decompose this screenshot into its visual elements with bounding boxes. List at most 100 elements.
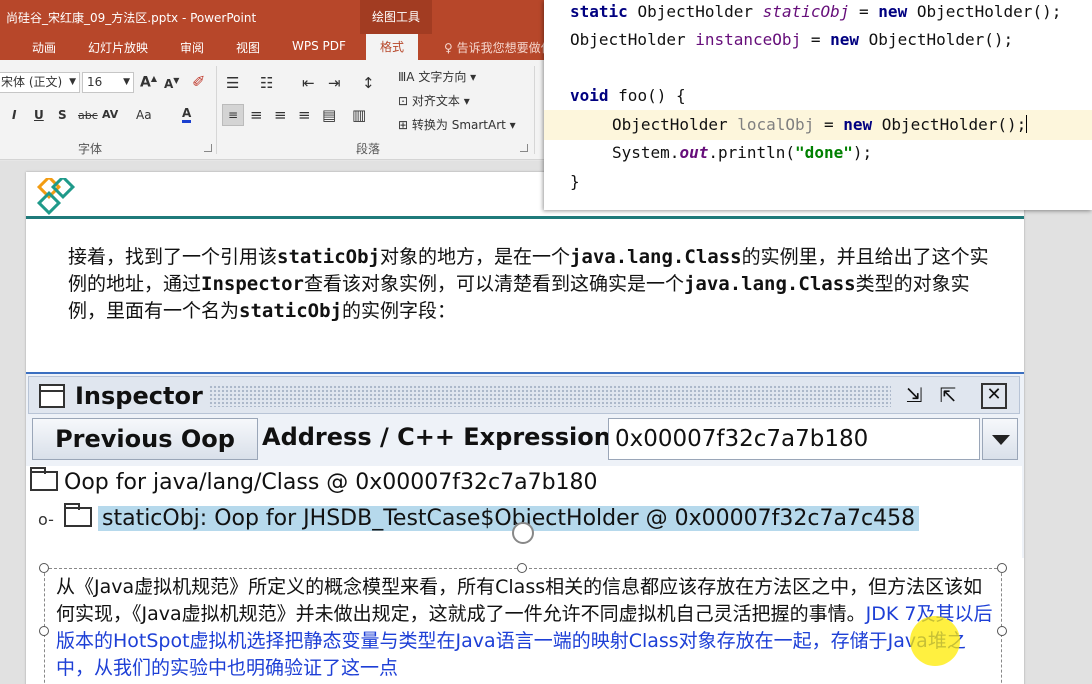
- font-name-select[interactable]: 宋体 (正文) ▼: [0, 72, 80, 93]
- smartart-button[interactable]: ⊞ 转换为 SmartArt ▾: [398, 116, 516, 133]
- clear-format-icon[interactable]: ✐: [192, 72, 205, 91]
- inspector-title: Inspector: [75, 382, 203, 410]
- code-line: static ObjectHolder staticObj = new Obje…: [570, 2, 1061, 21]
- tab-view[interactable]: 视图: [236, 39, 260, 56]
- paragraph-method-area: 从《Java虚拟机规范》所定义的概念模型来看，所有Class相关的信息都应该存放…: [56, 574, 1000, 682]
- distribute-icon[interactable]: ▤: [322, 106, 336, 124]
- strikethrough-button[interactable]: abc: [78, 109, 98, 122]
- shrink-font-label: A: [164, 77, 174, 91]
- tab-review[interactable]: 审阅: [180, 39, 204, 56]
- grow-font-button[interactable]: A▲: [140, 74, 157, 91]
- columns-icon[interactable]: ▥: [352, 106, 366, 124]
- resize-handle[interactable]: [997, 563, 1007, 573]
- align-text-icon: ⊡: [398, 94, 409, 108]
- text-direction-label: 文字方向: [418, 70, 467, 84]
- code-type: ObjectHolder: [570, 30, 686, 49]
- paragraph-text: 对象的地方，是在一个: [379, 246, 570, 268]
- minimize-icon[interactable]: ⇲: [901, 383, 927, 409]
- code-method-signature: foo() {: [618, 86, 686, 105]
- change-case-button[interactable]: Aa: [136, 108, 152, 122]
- expand-toggle-icon[interactable]: o-: [38, 510, 64, 529]
- code-constructor: ObjectHolder();: [916, 2, 1062, 21]
- tab-wps-pdf[interactable]: WPS PDF: [292, 39, 346, 53]
- resize-handle[interactable]: [517, 563, 527, 573]
- code-keyword: new: [878, 2, 908, 21]
- font-dialog-launcher[interactable]: [204, 144, 212, 152]
- inline-code: java.lang.Class: [683, 273, 856, 295]
- code-punctuation: );: [852, 143, 873, 162]
- inline-code: staticObj: [239, 300, 342, 322]
- paragraph-dialog-launcher[interactable]: [520, 144, 528, 152]
- grow-font-label: A: [140, 74, 151, 91]
- code-identifier: staticObj: [762, 2, 850, 21]
- close-icon[interactable]: ✕: [981, 383, 1007, 409]
- address-input[interactable]: 0x00007f32c7a7b180: [608, 418, 980, 460]
- font-color-button[interactable]: A: [182, 106, 192, 123]
- numbering-icon[interactable]: ☷: [260, 74, 273, 92]
- code-method-call: .println(: [708, 143, 796, 162]
- code-line: ObjectHolder localObj = new ObjectHolder…: [612, 115, 1028, 134]
- resize-handle[interactable]: [39, 626, 49, 636]
- folder-icon: [64, 503, 92, 527]
- italic-button[interactable]: I: [12, 108, 16, 122]
- shrink-font-button[interactable]: A▼: [164, 76, 179, 91]
- title-drag-area[interactable]: [209, 385, 891, 407]
- inline-code: Inspector: [201, 273, 304, 295]
- code-line: }: [570, 172, 580, 191]
- window-icon: [39, 384, 65, 408]
- align-left-icon[interactable]: ≡: [222, 104, 244, 126]
- code-keyword: new: [843, 115, 873, 134]
- shadow-button[interactable]: S: [58, 108, 67, 122]
- tree-node-root[interactable]: Oop for java/lang/Class @ 0x00007f32c7a7…: [30, 467, 598, 495]
- decrease-indent-icon[interactable]: ⇤: [302, 74, 315, 92]
- tab-animations[interactable]: 动画: [32, 39, 56, 56]
- tree-node-static-obj[interactable]: o-staticObj: Oop for JHSDB_TestCase$Obje…: [38, 503, 920, 531]
- mouse-pointer-highlight: [910, 616, 960, 666]
- group-separator: [534, 66, 535, 154]
- underline-button[interactable]: U: [34, 108, 44, 122]
- smartart-icon: ⊞: [398, 118, 409, 132]
- previous-oop-button[interactable]: Previous Oop: [32, 418, 258, 460]
- address-label: Address / C++ Expression:: [262, 423, 621, 451]
- line-spacing-icon[interactable]: ↕: [362, 74, 375, 92]
- diamond-logo-icon: [36, 178, 76, 216]
- text-direction-icon: ⅢA: [398, 70, 415, 84]
- justify-icon[interactable]: ≡: [298, 106, 311, 124]
- window-title: 尚硅谷_宋红康_09_方法区.pptx - PowerPoint: [6, 11, 257, 25]
- chevron-down-icon[interactable]: [982, 418, 1018, 460]
- paragraph-text: 接着，找到了一个引用该: [68, 246, 278, 268]
- font-group-label: 字体: [78, 142, 103, 156]
- context-tab-drawing-tools[interactable]: 绘图工具: [360, 0, 432, 34]
- rotate-handle-icon[interactable]: [512, 522, 534, 544]
- tab-format[interactable]: 格式: [366, 34, 419, 60]
- increase-indent-icon[interactable]: ⇥: [328, 74, 341, 92]
- text-direction-button[interactable]: ⅢA 文字方向 ▾: [398, 68, 476, 85]
- font-size-select[interactable]: 16 ▼: [82, 72, 134, 93]
- tab-slideshow[interactable]: 幻灯片放映: [88, 39, 148, 56]
- align-text-button[interactable]: ⊡ 对齐文本 ▾: [398, 92, 470, 109]
- folder-icon: [30, 467, 58, 491]
- maximize-icon[interactable]: ⇱: [935, 383, 961, 409]
- bullets-icon[interactable]: ☰: [226, 74, 239, 92]
- inline-code: staticObj: [277, 246, 380, 268]
- paragraph-text: 的实例字段：: [341, 300, 456, 322]
- paragraph-group-label: 段落: [356, 142, 381, 156]
- code-line: ObjectHolder instanceObj = new ObjectHol…: [570, 30, 1013, 49]
- inspector-toolbar: Previous Oop Address / C++ Expression: 0…: [28, 418, 1020, 462]
- font-size-value: 16: [87, 75, 103, 89]
- slide[interactable]: 接着，找到了一个引用该staticObj对象的地方，是在一个java.lang.…: [26, 172, 1024, 684]
- align-right-icon[interactable]: ≡: [274, 106, 287, 124]
- smartart-label: 转换为 SmartArt: [411, 118, 506, 132]
- code-identifier: instanceObj: [695, 30, 802, 49]
- align-text-label: 对齐文本: [411, 94, 460, 108]
- chevron-down-icon: ▼: [69, 77, 76, 87]
- tree-node-root-label: Oop for java/lang/Class @ 0x00007f32c7a7…: [64, 470, 598, 495]
- inspector-title-bar: Inspector ⇲ ⇱ ✕: [28, 376, 1020, 414]
- chevron-down-icon: ▼: [123, 77, 130, 87]
- char-spacing-button[interactable]: AV: [102, 108, 118, 121]
- align-center-icon[interactable]: ≡: [250, 106, 263, 124]
- group-separator: [216, 66, 217, 154]
- resize-handle[interactable]: [39, 563, 49, 573]
- code-type: ObjectHolder: [637, 2, 754, 21]
- code-keyword: new: [830, 30, 860, 49]
